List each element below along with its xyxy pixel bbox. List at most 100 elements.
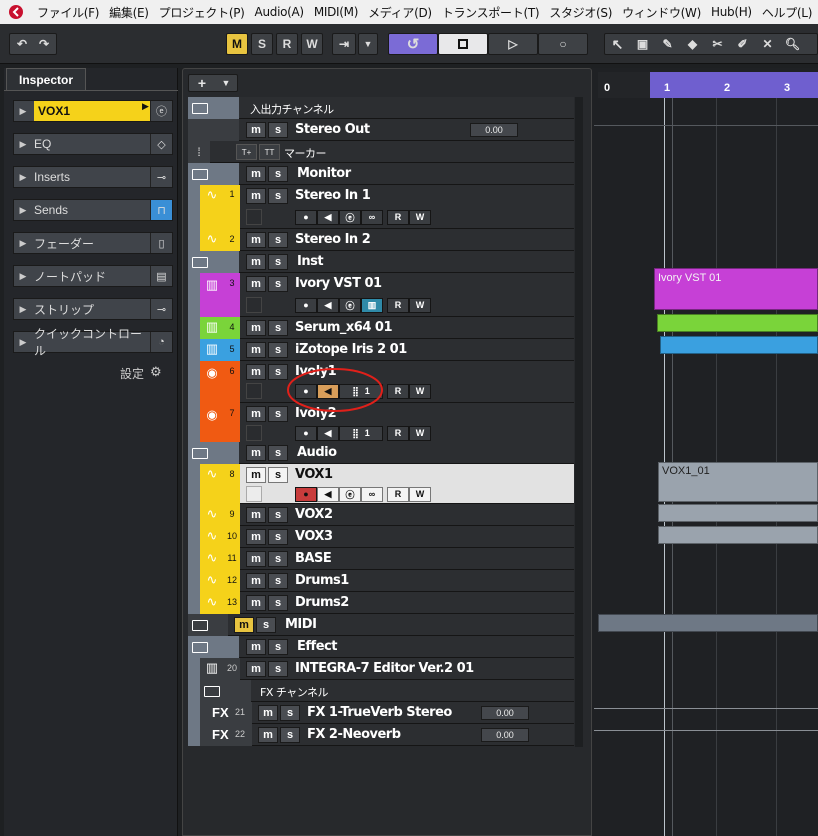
solo-toggle-button[interactable]: S	[251, 33, 273, 55]
solo-button[interactable]: s	[268, 254, 288, 270]
inspector-sends-section[interactable]: ▶ Sends ⊓	[13, 199, 173, 221]
track-row-base[interactable]: ∿ 11 ms BASE	[188, 548, 574, 570]
read-button[interactable]: R	[387, 209, 409, 225]
track-row-stereo-in-2[interactable]: ∿ 2 ms Stereo In 2	[188, 229, 574, 251]
track-row-drums2[interactable]: ∿ 13 ms Drums2	[188, 592, 574, 614]
solo-button[interactable]: s	[268, 529, 288, 545]
track-name[interactable]: Inst	[297, 254, 324, 269]
track-name[interactable]: Stereo Out	[295, 122, 370, 137]
edit-channel-icon[interactable]: ⓔ	[150, 101, 172, 121]
midi-channel-display[interactable]: ⣿ 1	[339, 425, 383, 441]
mute-button[interactable]: m	[258, 727, 278, 743]
solo-button[interactable]: s	[280, 727, 300, 743]
mute-button[interactable]: m	[246, 529, 266, 545]
solo-button[interactable]: s	[268, 320, 288, 336]
menu-transport[interactable]: トランスポート(T)	[437, 4, 544, 21]
mute-button[interactable]: m	[246, 320, 266, 336]
solo-button[interactable]: s	[268, 166, 288, 182]
volume-display[interactable]: 0.00	[481, 706, 529, 720]
mute-button[interactable]: m	[246, 507, 266, 523]
inspector-strip-section[interactable]: ▶ ストリップ ⊸	[13, 298, 173, 320]
zoom-tool-icon[interactable]: 🔍︎	[780, 37, 805, 51]
menu-window[interactable]: ウィンドウ(W)	[617, 4, 706, 21]
solo-button[interactable]: s	[268, 406, 288, 422]
track-lane-toggle[interactable]	[246, 297, 262, 313]
volume-display[interactable]: 0.00	[481, 728, 529, 742]
edit-channel-icon[interactable]: ⓔ	[339, 297, 361, 313]
track-name[interactable]: FX 1-TrueVerb Stereo	[307, 705, 452, 720]
monitor-icon[interactable]: ◀	[317, 486, 339, 502]
inspector-quick-controls-section[interactable]: ▶ クイックコントロール ◔	[13, 327, 173, 358]
mute-button[interactable]: m	[246, 166, 266, 182]
menu-hub[interactable]: Hub(H)	[706, 5, 757, 19]
redo-icon[interactable]: ↷	[33, 37, 55, 51]
track-name[interactable]: Audio	[297, 445, 337, 460]
track-row-effect-folder[interactable]: ms Effect	[188, 636, 574, 658]
read-button[interactable]: R	[387, 383, 409, 399]
track-row-io-folder[interactable]: 入出力チャンネル	[188, 97, 574, 119]
solo-button[interactable]: s	[268, 232, 288, 248]
record-enable-icon[interactable]: ●	[295, 209, 317, 225]
track-name[interactable]: BASE	[295, 551, 332, 566]
cycle-button[interactable]: ↺	[388, 33, 438, 55]
track-name[interactable]: 入出力チャンネル	[250, 101, 334, 117]
instrument-editor-icon[interactable]: ▥	[361, 297, 383, 313]
record-enable-icon[interactable]: ●	[295, 425, 317, 441]
monitor-icon[interactable]: ◀	[317, 297, 339, 313]
track-name[interactable]: Ivoly2	[295, 406, 337, 421]
menu-midi[interactable]: MIDI(M)	[309, 5, 363, 19]
mute-button[interactable]: m	[246, 232, 266, 248]
track-row-fx1[interactable]: FX 21 ms FX 1-TrueVerb Stereo 0.00	[188, 702, 574, 724]
track-list-scrollbar[interactable]	[575, 97, 583, 747]
mute-button[interactable]: m	[246, 364, 266, 380]
mute-button[interactable]: m	[258, 705, 278, 721]
add-marker-icon[interactable]: T+	[236, 144, 257, 160]
mute-button[interactable]: m	[246, 595, 266, 611]
track-row-vox1[interactable]: ∿ 8 ms VOX1 ● ◀ ⓔ ∞ R W	[188, 464, 574, 504]
track-row-ivory-vst[interactable]: ▥ 3 ms Ivory VST 01 ● ◀ ⓔ ▥ R W	[188, 273, 574, 317]
inspector-track-name[interactable]: VOX1	[34, 101, 142, 121]
record-button[interactable]: ○	[538, 33, 588, 55]
izotope-clip[interactable]	[660, 336, 818, 354]
mute-button[interactable]: m	[246, 639, 266, 655]
monitor-icon[interactable]: ◀	[317, 425, 339, 441]
read-toggle-button[interactable]: R	[276, 33, 298, 55]
track-row-integra[interactable]: ▥ 20 ms INTEGRA-7 Editor Ver.2 01	[188, 658, 574, 680]
read-button[interactable]: R	[387, 297, 409, 313]
inspector-tab[interactable]: Inspector	[6, 68, 86, 90]
write-button[interactable]: W	[409, 297, 431, 313]
solo-button[interactable]: s	[268, 551, 288, 567]
write-button[interactable]: W	[409, 383, 431, 399]
track-lane-toggle[interactable]	[246, 383, 262, 399]
menu-edit[interactable]: 編集(E)	[104, 4, 153, 21]
track-row-marker[interactable]: ⁞ T+ TT マーカー	[188, 141, 574, 163]
track-name[interactable]: Ivory VST 01	[295, 276, 382, 291]
track-row-fx2[interactable]: FX 22 ms FX 2-Neoverb 0.00	[188, 724, 574, 746]
link-icon[interactable]: ∞	[361, 209, 383, 225]
track-lane-toggle[interactable]	[246, 209, 262, 225]
mute-button[interactable]: m	[246, 406, 266, 422]
mute-button[interactable]: m	[234, 617, 254, 633]
solo-button[interactable]: s	[268, 573, 288, 589]
track-name[interactable]: Effect	[297, 639, 337, 654]
solo-button[interactable]: s	[268, 342, 288, 358]
vox2-clip[interactable]	[658, 504, 818, 522]
track-name[interactable]: Monitor	[297, 166, 351, 181]
track-row-ivoly1[interactable]: ◉ 6 ms Ivoly1 ● ◀ ⣿ 1 R W	[188, 361, 574, 403]
record-enable-icon[interactable]: ●	[295, 383, 317, 399]
menu-studio[interactable]: スタジオ(S)	[544, 4, 617, 21]
track-row-stereo-in-1[interactable]: ∿ 1 ms Stereo In 1 ● ◀ ⓔ ∞ R W	[188, 185, 574, 229]
track-lane-toggle[interactable]	[246, 486, 262, 502]
track-row-stereo-out[interactable]: ms Stereo Out 0.00	[188, 119, 574, 141]
cycle-range[interactable]	[650, 72, 818, 98]
read-button[interactable]: R	[387, 486, 409, 502]
write-toggle-button[interactable]: W	[301, 33, 323, 55]
mute-button[interactable]: m	[246, 254, 266, 270]
midi-folder-part[interactable]	[598, 614, 818, 632]
mute-button[interactable]: m	[246, 661, 266, 677]
track-name[interactable]: Ivoly1	[295, 364, 337, 379]
mute-button[interactable]: m	[246, 445, 266, 461]
track-name[interactable]: FX 2-Neoverb	[307, 727, 401, 742]
solo-button[interactable]: s	[268, 467, 288, 483]
automation-menu-icon[interactable]: ▼	[358, 33, 378, 55]
